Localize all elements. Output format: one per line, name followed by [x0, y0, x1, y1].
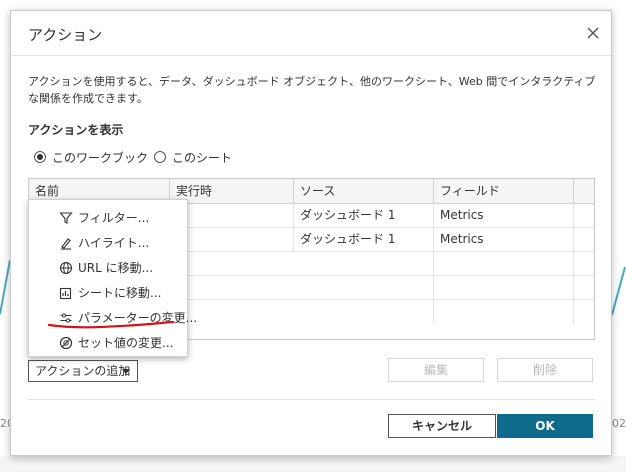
radio-unselected-icon: [154, 151, 166, 163]
annotation-underline: [47, 320, 175, 329]
radio-sheet-label: このシート: [172, 150, 233, 165]
table-cell-field: Metrics: [434, 227, 574, 251]
table-cell-empty: [434, 275, 574, 299]
cancel-button[interactable]: キャンセル: [388, 414, 496, 438]
menu-item-filter[interactable]: フィルター...: [29, 206, 187, 230]
background-axis-label-right: 02: [612, 417, 626, 430]
add-action-label: アクションの追加: [35, 364, 131, 378]
menu-item-change-set-values[interactable]: セット値の変更...: [29, 331, 187, 355]
add-action-dropdown[interactable]: アクションの追加: [28, 360, 138, 382]
table-cell-source: ダッシュボード 1: [294, 203, 434, 227]
delete-button[interactable]: 削除: [497, 358, 593, 382]
dialog-title: アクション: [28, 26, 103, 44]
radio-selected-icon: [34, 151, 46, 163]
globe-icon: [59, 261, 73, 275]
table-cell-empty: [434, 299, 574, 323]
menu-item-label: セット値の変更...: [78, 336, 174, 350]
dialog-description: アクションを使用すると、データ、ダッシュボード オブジェクト、他のワークシート、…: [28, 75, 596, 105]
show-actions-label: アクションを表示: [28, 123, 124, 137]
add-action-menu: フィルター... ハイライト... URL に移動... シートに移動... パ…: [28, 199, 197, 357]
table-cell-source: ダッシュボード 1: [294, 227, 434, 251]
table-cell-empty: [294, 251, 434, 275]
column-header-source[interactable]: ソース: [294, 179, 434, 203]
highlight-icon: [61, 238, 71, 250]
radio-workbook-label: このワークブック: [52, 150, 149, 165]
menu-item-highlight[interactable]: ハイライト...: [29, 231, 187, 255]
menu-item-label: シートに移動...: [78, 286, 162, 300]
table-cell-empty: [434, 251, 574, 275]
filter-icon: [59, 212, 73, 224]
menu-item-label: ハイライト...: [78, 236, 150, 250]
background-chart-line-right: [612, 266, 626, 316]
radio-this-sheet[interactable]: このシート: [154, 148, 232, 166]
table-cell-run-on: 択: [170, 203, 294, 227]
menu-item-label: URL に移動...: [78, 261, 154, 275]
column-header-run-on[interactable]: 実行時: [170, 179, 294, 203]
dialog-titlebar: アクション: [11, 11, 611, 56]
table-cell-field: Metrics: [434, 203, 574, 227]
radio-this-workbook[interactable]: このワークブック: [34, 148, 148, 166]
menu-item-go-to-url[interactable]: URL に移動...: [29, 256, 187, 280]
edit-button[interactable]: 編集: [388, 358, 484, 382]
table-cell-run-on: 択: [170, 227, 294, 251]
background-strip: [0, 456, 626, 472]
ok-button[interactable]: OK: [497, 414, 593, 438]
go-to-sheet-icon: [59, 287, 72, 300]
menu-item-label: フィルター...: [78, 211, 150, 225]
chevron-down-icon: [122, 369, 130, 374]
set-icon: [59, 336, 73, 350]
table-cell-empty: [294, 299, 434, 323]
footer-divider: [28, 399, 595, 400]
menu-item-go-to-sheet[interactable]: シートに移動...: [29, 281, 187, 305]
table-cell-empty: [294, 275, 434, 299]
close-icon[interactable]: [583, 23, 603, 43]
column-header-field[interactable]: フィールド: [434, 179, 574, 203]
